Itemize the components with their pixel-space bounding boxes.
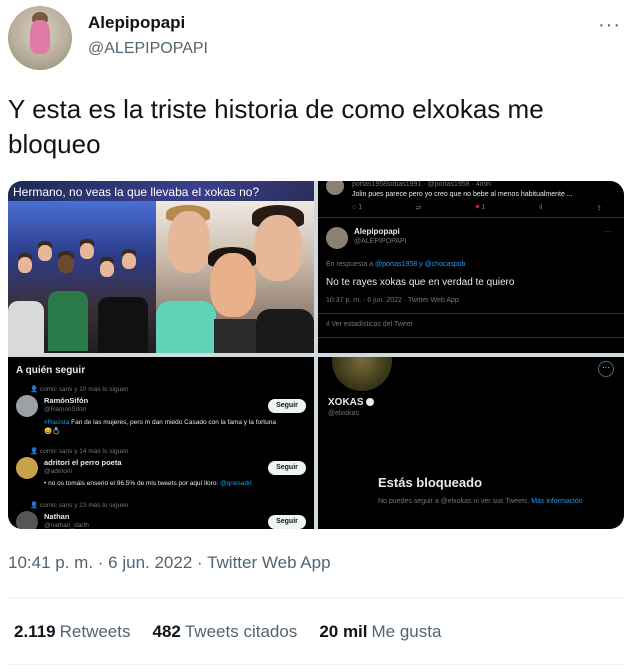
tweet-header: Alepipopapi @ALEPIPOPAPI ··· bbox=[8, 6, 625, 72]
reply-more-icon[interactable]: ··· bbox=[604, 227, 612, 236]
suggestion-handle: @nathan_darth bbox=[44, 522, 89, 529]
top-tweet-actions: ○ 1 ⇄ ♥ 1 ıl ⇪ bbox=[352, 204, 602, 212]
profile-options-icon[interactable]: ··· bbox=[598, 361, 614, 377]
follow-button[interactable]: Seguir bbox=[268, 515, 306, 529]
follow-button[interactable]: Seguir bbox=[268, 399, 306, 413]
reply-author-handle: @ALEPIPOPAPI bbox=[354, 238, 407, 245]
retweet-icon[interactable]: ⇄ bbox=[416, 204, 422, 212]
person-icon: 👤 bbox=[30, 386, 39, 393]
photo-selfie-scene bbox=[156, 201, 314, 353]
divider bbox=[318, 337, 624, 338]
suggestion-bio: #Racista Fan de las mujeres, pero m dan … bbox=[44, 419, 276, 435]
media-blocked-profile[interactable]: ··· XOKAS @elxokas Estás bloqueado No pu… bbox=[318, 357, 624, 529]
reply-context-handles[interactable]: @portas1958 y @chocaspob bbox=[375, 261, 466, 268]
reply-icon[interactable]: ○ 1 bbox=[352, 204, 362, 212]
divider bbox=[318, 217, 624, 218]
replier-avatar bbox=[326, 181, 344, 195]
media-reply-screenshot[interactable]: portas1958sobas1991 · @portas1958 · 4min… bbox=[318, 181, 624, 353]
person-icon: 👤 bbox=[30, 448, 39, 455]
blocked-text: No puedes seguir a @elxokas ni ver sus T… bbox=[378, 498, 583, 505]
followed-by-note: 👤 comic sans y 23 más lo siguen bbox=[30, 502, 129, 509]
profile-handle: @elxokas bbox=[328, 410, 359, 417]
divider bbox=[318, 313, 624, 314]
follow-button[interactable]: Seguir bbox=[268, 461, 306, 475]
verified-badge-icon bbox=[366, 398, 375, 407]
author-avatar[interactable] bbox=[8, 6, 72, 70]
suggestion-handle: @adritorii bbox=[44, 468, 72, 475]
tweet-stats: 2.119 Retweets 482 Tweets citados 20 mil Me… bbox=[14, 622, 441, 642]
reply-author-name: Alepipopapi bbox=[354, 227, 400, 236]
analytics-icon: ıl bbox=[326, 321, 330, 328]
suggestion-name[interactable]: Nathan bbox=[44, 512, 69, 521]
suggestion-bio: • no os tomáis enserio el 96.5% de mis t… bbox=[44, 480, 252, 487]
person-icon: 👤 bbox=[30, 502, 39, 509]
like-icon[interactable]: ♥ 1 bbox=[475, 204, 485, 212]
more-info-link[interactable]: Más información bbox=[531, 498, 582, 505]
followed-by-note: 👤 comic sans y 10 más lo siguen bbox=[30, 386, 129, 393]
blocked-title: Estás bloqueado bbox=[378, 475, 483, 490]
media-who-to-follow[interactable]: A quién seguir 👤 comic sans y 10 más lo … bbox=[8, 357, 314, 529]
suggestion-name[interactable]: adritori el perro poeta bbox=[44, 458, 122, 467]
suggestion-handle: @RamonSifon bbox=[44, 406, 87, 413]
avatar-figure-body bbox=[30, 20, 50, 54]
tweet-media-grid[interactable]: Hermano, no veas la que llevaba el xokas… bbox=[8, 181, 624, 529]
author-handle[interactable]: @ALEPIPOPAPI bbox=[88, 40, 208, 58]
suggestion-avatar[interactable] bbox=[16, 457, 38, 479]
suggestion-avatar[interactable] bbox=[16, 395, 38, 417]
reply-meta: 10:37 p. m. · 6 jun. 2022 · Twitter Web … bbox=[326, 297, 459, 304]
profile-name: XOKAS bbox=[328, 397, 375, 408]
quote-tweets-stat[interactable]: 482 Tweets citados bbox=[152, 622, 297, 642]
divider bbox=[8, 664, 625, 665]
profile-avatar bbox=[330, 357, 394, 393]
divider bbox=[8, 597, 625, 598]
photo-caption: Hermano, no veas la que llevaba el xokas… bbox=[13, 185, 260, 199]
tweet-timestamp[interactable]: 10:41 p. m. · 6 jun. 2022 · Twitter Web … bbox=[8, 553, 331, 573]
reply-author-avatar bbox=[326, 227, 348, 249]
more-options-icon[interactable]: ··· bbox=[598, 14, 621, 37]
reply-text: No te rayes xokas que en verdad te quier… bbox=[326, 277, 515, 288]
top-tweet-handle: portas1958sobas1991 · @portas1958 · 4min bbox=[352, 181, 492, 188]
tweet-text: Y esta es la triste historia de como elx… bbox=[8, 94, 544, 159]
author-name[interactable]: Alepipopapi bbox=[88, 13, 185, 33]
suggestion-name[interactable]: RamónSifón bbox=[44, 396, 88, 405]
followed-by-note: 👤 comic sans y 14 más lo siguen bbox=[30, 448, 129, 455]
tweet-analytics-link[interactable]: ıl Ver estadísticas del Tweet bbox=[326, 321, 413, 328]
share-icon[interactable]: ⇪ bbox=[596, 204, 602, 212]
views-icon[interactable]: ıl bbox=[539, 204, 543, 212]
top-tweet-text: Jolin pues parece pero yo creo que no be… bbox=[352, 191, 573, 198]
photo-group-scene bbox=[8, 201, 156, 353]
likes-stat[interactable]: 20 mil Me gusta bbox=[319, 622, 441, 642]
who-to-follow-title: A quién seguir bbox=[16, 365, 86, 376]
retweets-stat[interactable]: 2.119 Retweets bbox=[14, 622, 130, 642]
suggestion-avatar[interactable] bbox=[16, 511, 38, 529]
media-photo[interactable]: Hermano, no veas la que llevaba el xokas… bbox=[8, 181, 314, 353]
reply-context: En respuesta a @portas1958 y @chocaspob bbox=[326, 261, 466, 268]
